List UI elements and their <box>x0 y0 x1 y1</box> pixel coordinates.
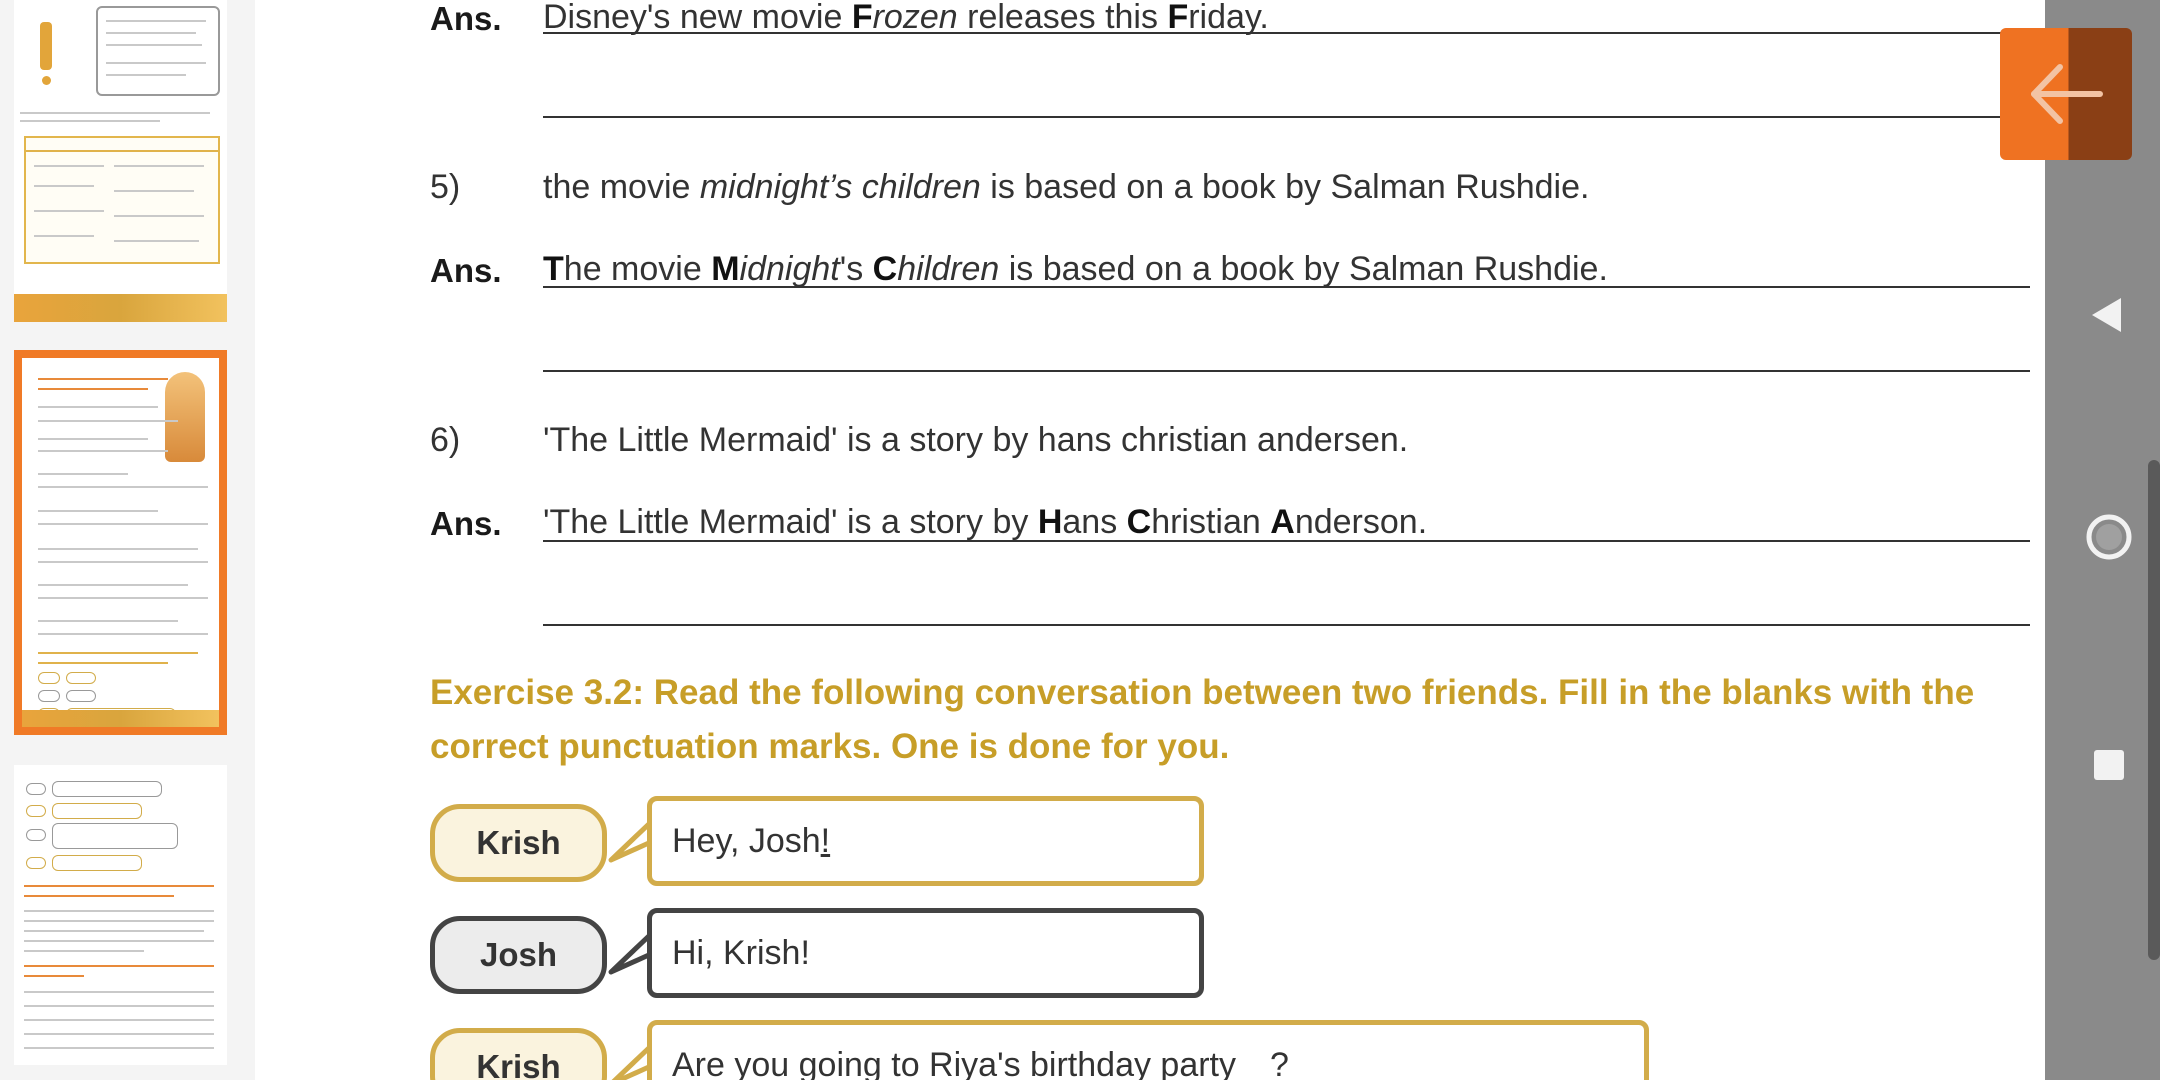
circle-home-icon[interactable] <box>2084 512 2134 562</box>
character-illustration <box>165 372 205 462</box>
page-thumbnail-sidebar <box>0 0 255 1080</box>
answer-6-text: 'The Little Mermaid' is a story by Hans … <box>543 503 1428 541</box>
question-6-text: 'The Little Mermaid' is a story by hans … <box>543 421 1409 459</box>
page-thumbnail-2-current[interactable] <box>14 350 227 735</box>
speech-bubble: Hi, Krish! <box>647 908 1204 998</box>
speech-bubble: Hey, Josh! <box>647 796 1204 886</box>
answer-5-text: The movie Midnight's Children is based o… <box>543 250 1608 288</box>
answer-line <box>543 540 2030 542</box>
question-number: 6) <box>430 421 461 459</box>
answer-label: Ans. <box>430 0 502 37</box>
back-button[interactable] <box>2000 28 2132 160</box>
question-5-text: the movie midnight’s children is based o… <box>543 168 1590 206</box>
answer-label: Ans. <box>430 505 502 542</box>
question-number: 5) <box>430 168 461 206</box>
exclamation-icon <box>40 22 52 70</box>
scrollbar[interactable] <box>2148 460 2160 960</box>
speaker-label: Krish <box>430 1028 607 1080</box>
worksheet-page: Ans. Disney's new movie Frozen releases … <box>255 0 2045 1080</box>
answer-line <box>543 624 2030 626</box>
page-thumbnail-3[interactable] <box>14 765 227 1065</box>
speaker-label: Josh <box>430 916 607 994</box>
answer-line <box>543 32 2030 34</box>
triangle-back-icon[interactable] <box>2086 292 2126 338</box>
speech-bubble: Are you going to Riya's birthday party _? <box>647 1020 1649 1080</box>
page-thumbnail-1[interactable] <box>14 0 227 322</box>
answer-blank[interactable]: _ <box>1236 1046 1270 1080</box>
answer-line <box>543 370 2030 372</box>
answer-line <box>543 286 2030 288</box>
answer-blank[interactable]: ! <box>821 822 830 861</box>
arrow-left-icon <box>2031 64 2103 124</box>
speaker-label: Krish <box>430 804 607 882</box>
answer-label: Ans. <box>430 252 502 289</box>
answer-line <box>543 116 2030 118</box>
exercise-heading: Exercise 3.2: Read the following convers… <box>430 673 1975 766</box>
square-recents-icon[interactable] <box>2090 746 2128 784</box>
